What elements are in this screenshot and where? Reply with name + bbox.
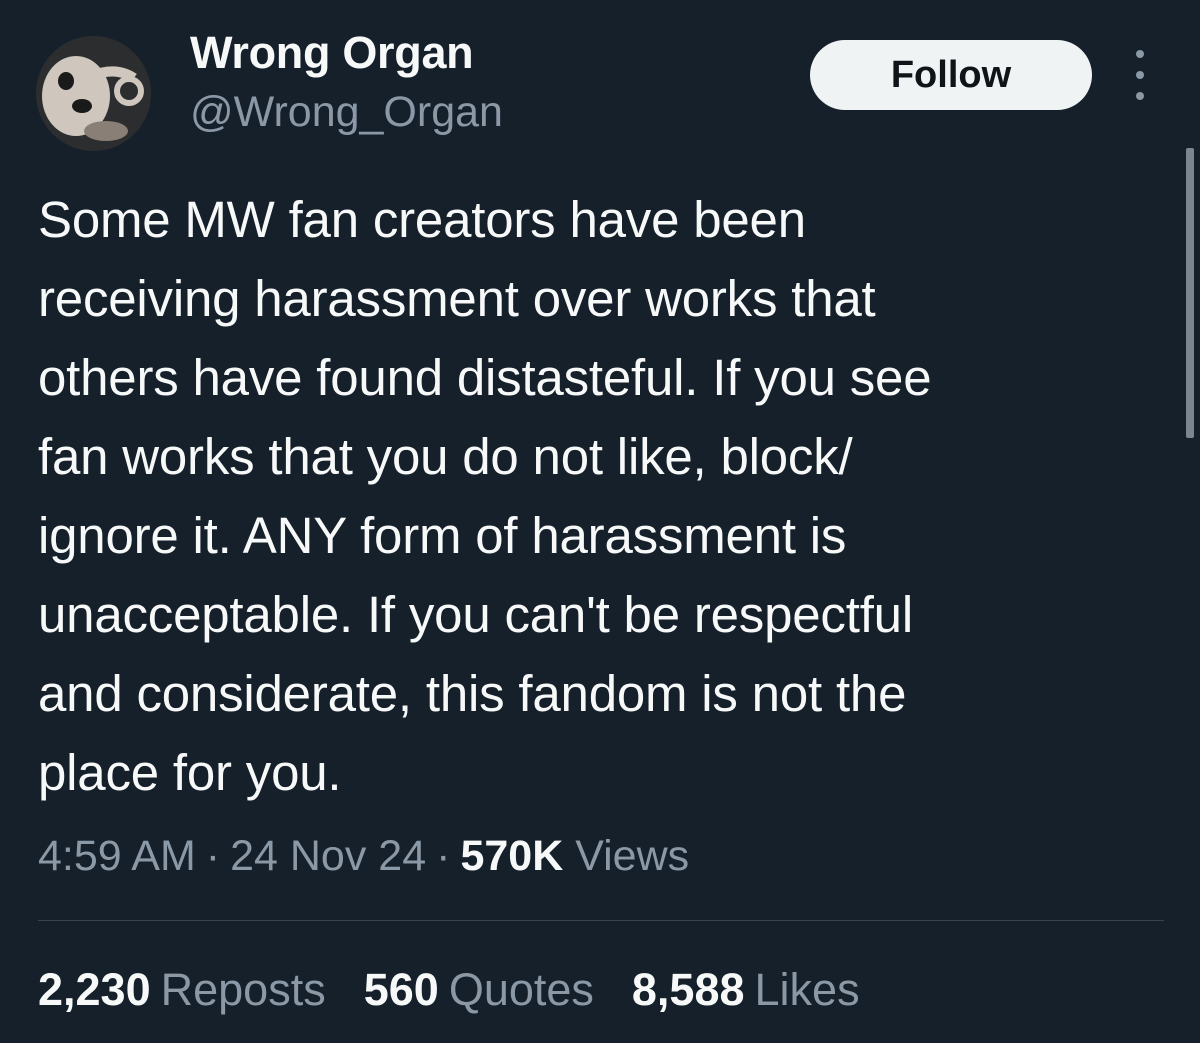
follow-button[interactable]: Follow [810, 40, 1092, 110]
reposts-stat[interactable]: 2,230 Reposts [38, 964, 326, 1016]
reposts-count: 2,230 [38, 964, 151, 1015]
more-dot [1136, 50, 1144, 58]
meta-separator: · [436, 832, 451, 880]
more-dot [1136, 92, 1144, 100]
meta-separator: · [205, 832, 221, 880]
more-vertical-icon[interactable] [1128, 50, 1152, 100]
scrollbar[interactable] [1186, 148, 1194, 438]
tweet-meta: 4:59 AM · 24 Nov 24 · 570K Views [38, 832, 689, 881]
quotes-count: 560 [363, 964, 439, 1015]
likes-stat[interactable]: 8,588 Likes [632, 964, 860, 1016]
quotes-stat[interactable]: 560 Quotes [364, 964, 594, 1016]
author-handle[interactable]: @Wrong_Organ [190, 88, 503, 137]
avatar[interactable] [36, 36, 151, 151]
engagement-stats: 2,230 Reposts 560 Quotes 8,588 Likes [38, 964, 860, 1016]
avatar-image [36, 36, 151, 151]
author-display-name[interactable]: Wrong Organ [190, 27, 474, 79]
more-dot [1136, 71, 1144, 79]
tweet-text: Some MW fan creators have been receiving… [38, 191, 932, 801]
likes-count: 8,588 [631, 964, 745, 1015]
tweet-date[interactable]: 24 Nov 24 [230, 832, 426, 880]
views-count: 570K [460, 832, 564, 880]
tweet-time[interactable]: 4:59 AM [38, 832, 196, 880]
divider [38, 920, 1164, 921]
likes-label: Likes [754, 964, 860, 1015]
views-label: Views [575, 832, 690, 880]
quotes-label: Quotes [448, 964, 594, 1015]
reposts-label: Reposts [160, 964, 326, 1015]
